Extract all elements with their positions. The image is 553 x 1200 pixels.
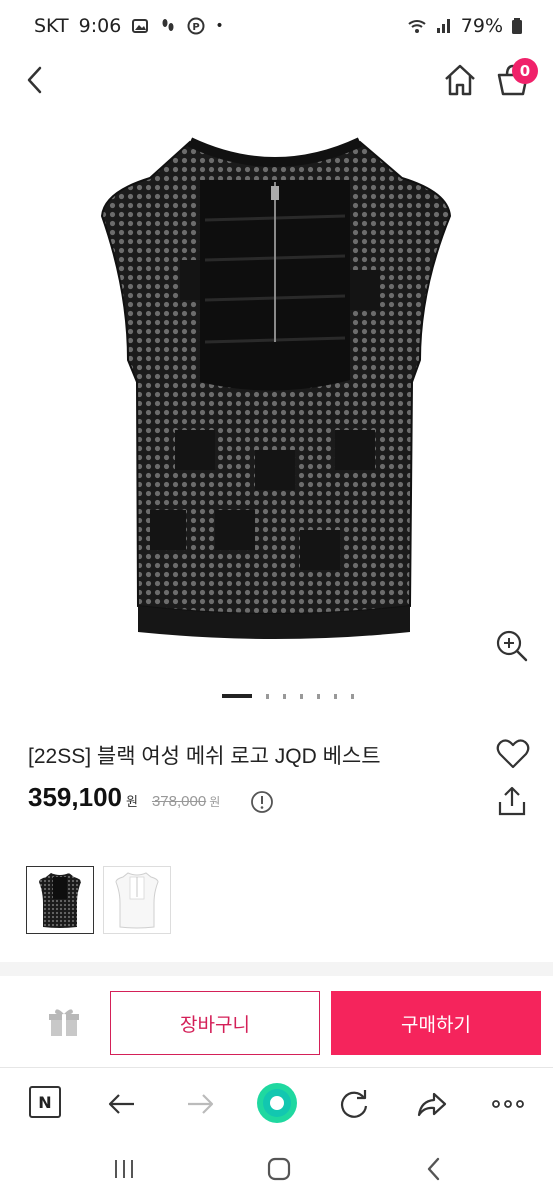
white-vest-thumbnail [115,872,159,929]
home-nav-icon[interactable] [266,1156,292,1182]
buy-now-button[interactable]: 구매하기 [331,991,541,1055]
recent-apps-icon[interactable] [112,1158,136,1180]
color-option-white[interactable] [103,866,171,934]
back-icon[interactable] [18,62,54,98]
share-forward-icon[interactable] [414,1086,450,1122]
status-right: 79% [407,15,523,37]
battery-icon [512,18,522,34]
pager-active-indicator [222,694,252,698]
zoom-icon[interactable] [494,628,530,664]
pager-dot [351,693,354,699]
black-vest-thumbnail [39,873,81,928]
gift-icon[interactable] [46,1004,82,1040]
browser-forward-icon[interactable] [182,1086,218,1122]
home-icon[interactable] [440,60,480,100]
product-image[interactable] [0,120,553,685]
status-left: SKT 9:06 P • [34,15,224,37]
add-to-cart-button[interactable]: 장바구니 [110,991,320,1055]
sale-price: 359,100 [28,782,122,812]
browser-back-icon[interactable] [104,1086,140,1122]
android-navigation-bar [0,1138,553,1200]
naver-n-button[interactable]: N [29,1086,61,1118]
color-option-black[interactable] [26,866,94,934]
share-icon[interactable] [497,785,527,817]
pager-dot [334,693,337,699]
more-notifications-dot: • [215,18,224,34]
carrier-label: SKT [34,15,69,37]
pager-dot [266,693,269,699]
price-row: 359,100 원 378,000 원 [28,782,220,813]
battery-percent: 79% [460,15,503,37]
more-options-icon[interactable] [490,1086,526,1122]
wifi-icon [408,20,426,33]
pager-dot [317,693,320,699]
cart-count-badge: 0 [512,58,538,84]
app-header [0,54,553,114]
image-pager [222,693,354,699]
footprint-notification-icon [162,19,174,31]
original-price: 378,000 [151,793,207,810]
heart-icon[interactable] [496,738,530,770]
signal-icon [436,19,450,33]
product-photo [100,137,452,639]
info-icon[interactable] [250,790,274,814]
pager-dot [300,693,303,699]
svg-text:P: P [193,22,200,33]
pager-dot [283,693,286,699]
back-nav-icon[interactable] [424,1156,444,1182]
refresh-icon[interactable] [336,1086,372,1122]
section-divider [0,962,553,976]
sale-price-unit: 원 [125,794,138,809]
browser-toolbar [0,1068,553,1138]
original-price-unit: 원 [209,795,221,809]
pay-notification-icon: P [187,17,205,35]
gallery-notification-icon [132,19,149,33]
product-title: [22SS] 블랙 여성 메쉬 로고 JQD 베스트 [28,745,381,768]
status-bar: SKT 9:06 P • 79% [0,0,553,54]
clock: 9:06 [78,15,122,37]
naver-home-icon[interactable] [256,1082,298,1124]
